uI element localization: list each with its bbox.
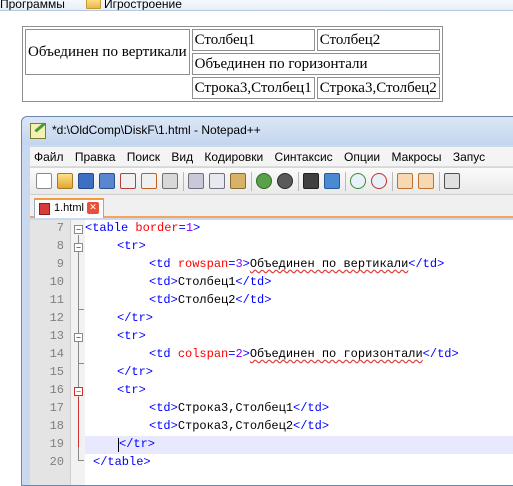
code-line: 17 <td>Строка3,Столбец1</td> bbox=[30, 400, 490, 418]
code-editor[interactable]: − − − − 7 <table border=1> 8 <tr> 9 <td … bbox=[30, 220, 513, 485]
line-number: 18 bbox=[49, 419, 64, 433]
notepad-icon bbox=[30, 123, 46, 139]
table-cell: Строка3,Столбец1 bbox=[191, 77, 315, 99]
code-line: 7 <table border=1> bbox=[30, 220, 490, 238]
wrap-icon[interactable] bbox=[444, 173, 460, 189]
copy-icon[interactable] bbox=[209, 173, 225, 189]
code-line: 20 </table> bbox=[30, 454, 490, 472]
close-all-icon[interactable] bbox=[141, 173, 157, 189]
undo-icon[interactable] bbox=[256, 173, 272, 189]
menu-search[interactable]: Поиск bbox=[123, 147, 164, 164]
toolbar-separator bbox=[183, 172, 184, 191]
rendered-table: Объединен по вертикали Столбец1 Столбец2… bbox=[22, 26, 443, 102]
bookmarks-bar: Программы Игростроение bbox=[0, 0, 513, 11]
save-icon[interactable] bbox=[78, 173, 94, 189]
code-line: 11 <td>Столбец2</td> bbox=[30, 292, 490, 310]
code-line: 15 </tr> bbox=[30, 364, 490, 382]
bookmark-gamedev[interactable]: Игростроение bbox=[104, 0, 182, 10]
line-number: 9 bbox=[56, 257, 64, 271]
line-number: 11 bbox=[49, 293, 64, 307]
line-number: 10 bbox=[49, 275, 64, 289]
code-line: 18 <td>Строка3,Столбец2</td> bbox=[30, 418, 490, 436]
code-line-current: 19 </tr> bbox=[30, 436, 490, 454]
code-line: 14 <td colspan=2>Объединен по горизонтал… bbox=[30, 346, 490, 364]
menu-macros[interactable]: Макросы bbox=[387, 147, 445, 164]
line-number: 14 bbox=[49, 347, 64, 361]
table-row: Объединен по вертикали Столбец1 Столбец2 bbox=[25, 29, 440, 75]
redo-icon[interactable] bbox=[277, 173, 293, 189]
close-icon[interactable]: ✕ bbox=[87, 202, 99, 214]
code-line: 12 </tr> bbox=[30, 310, 490, 328]
open-file-icon[interactable] bbox=[57, 173, 73, 189]
cut-icon[interactable] bbox=[188, 173, 204, 189]
title-bar[interactable]: *d:\OldComp\DiskF\1.html - Notepad++ bbox=[22, 117, 513, 145]
folder-icon bbox=[86, 0, 101, 9]
code-line: 8 <tr> bbox=[30, 238, 490, 256]
code-line: 16 <tr> bbox=[30, 382, 490, 400]
line-number: 7 bbox=[56, 221, 64, 235]
sync-v-icon[interactable] bbox=[397, 173, 413, 189]
code-line: 10 <td>Столбец1</td> bbox=[30, 274, 490, 292]
print-icon[interactable] bbox=[162, 173, 178, 189]
tab-1-html[interactable]: 1.html ✕ bbox=[34, 198, 104, 218]
toolbar-separator bbox=[251, 172, 252, 191]
menu-bar: Файл Правка Поиск Вид Кодировки Синтакси… bbox=[30, 147, 513, 167]
toolbar-separator bbox=[392, 172, 393, 191]
line-number: 20 bbox=[49, 455, 64, 469]
line-number: 13 bbox=[49, 329, 64, 343]
zoom-out-icon[interactable] bbox=[371, 173, 387, 189]
tab-bar: 1.html ✕ bbox=[30, 195, 513, 218]
tab-label: 1.html bbox=[54, 202, 84, 214]
table-cell: Столбец1 bbox=[191, 29, 315, 51]
table-cell: Строка3,Столбец2 bbox=[316, 77, 440, 99]
save-all-icon[interactable] bbox=[99, 173, 115, 189]
sync-h-icon[interactable] bbox=[418, 173, 434, 189]
line-number: 15 bbox=[49, 365, 64, 379]
menu-options[interactable]: Опции bbox=[340, 147, 384, 164]
menu-view[interactable]: Вид bbox=[167, 147, 197, 164]
line-number: 12 bbox=[49, 311, 64, 325]
menu-encoding[interactable]: Кодировки bbox=[200, 147, 267, 164]
line-number: 17 bbox=[49, 401, 64, 415]
code-line: 13 <tr> bbox=[30, 328, 490, 346]
toolbar-separator bbox=[345, 172, 346, 191]
line-number: 16 bbox=[49, 383, 64, 397]
toolbar bbox=[30, 168, 513, 195]
merged-vertical-cell: Объединен по вертикали bbox=[25, 29, 190, 75]
zoom-in-icon[interactable] bbox=[350, 173, 366, 189]
paste-icon[interactable] bbox=[230, 173, 246, 189]
window-title: *d:\OldComp\DiskF\1.html - Notepad++ bbox=[52, 123, 261, 137]
new-file-icon[interactable] bbox=[36, 173, 52, 189]
table-cell: Столбец2 bbox=[316, 29, 440, 51]
menu-file[interactable]: Файл bbox=[30, 147, 68, 164]
merged-horizontal-cell: Объединен по горизонтали bbox=[191, 53, 440, 75]
find-icon[interactable] bbox=[303, 173, 319, 189]
replace-icon[interactable] bbox=[324, 173, 340, 189]
toolbar-separator bbox=[439, 172, 440, 191]
menu-syntax[interactable]: Синтаксис bbox=[271, 147, 337, 164]
code-line: 9 <td rowspan=3>Объединен по вертикали</… bbox=[30, 256, 490, 274]
empty-cell bbox=[25, 77, 190, 99]
file-modified-icon bbox=[39, 203, 50, 215]
notepad-window: *d:\OldComp\DiskF\1.html - Notepad++ Фай… bbox=[21, 116, 513, 486]
line-number: 8 bbox=[56, 239, 64, 253]
menu-edit[interactable]: Правка bbox=[71, 147, 120, 164]
close-icon[interactable] bbox=[120, 173, 136, 189]
bookmark-programs[interactable]: Программы bbox=[0, 0, 65, 10]
line-number: 19 bbox=[49, 437, 64, 451]
table-row: Строка3,Столбец1 Строка3,Столбец2 bbox=[25, 77, 440, 99]
menu-run[interactable]: Запус bbox=[449, 147, 489, 164]
toolbar-separator bbox=[298, 172, 299, 191]
